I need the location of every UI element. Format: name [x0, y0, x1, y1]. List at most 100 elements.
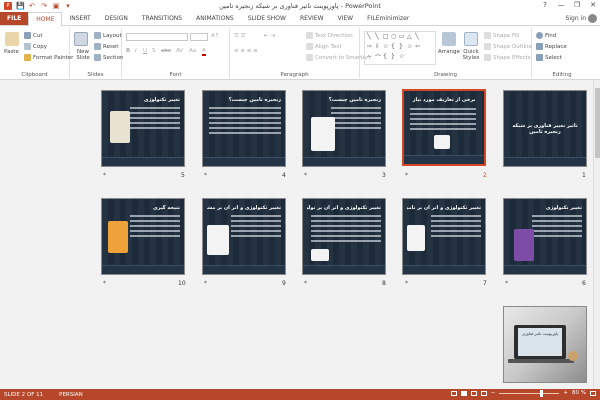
triangle-shape-icon: △: [407, 33, 412, 40]
italic-button[interactable]: I: [135, 48, 137, 54]
underline-button[interactable]: U: [143, 48, 147, 54]
select-button[interactable]: Select: [536, 54, 562, 61]
slide-image: [407, 225, 425, 251]
slide-thumbnail-7[interactable]: تغییر تکنولوژی و اثر آن بر تامین کنندگان: [402, 198, 486, 275]
transition-star-icon[interactable]: *: [204, 280, 207, 287]
new-slide-button[interactable]: New Slide: [72, 49, 94, 61]
slide-title: پاورپوینت تاثیر فناوری: [521, 331, 559, 336]
zoom-in-button[interactable]: +: [563, 390, 568, 396]
transition-star-icon[interactable]: *: [204, 172, 207, 179]
normal-view-icon[interactable]: [450, 390, 457, 396]
tab-file[interactable]: FILE: [0, 12, 29, 25]
find-button[interactable]: Find: [536, 32, 556, 39]
tab-review[interactable]: REVIEW: [293, 12, 331, 25]
transition-star-icon[interactable]: *: [304, 172, 307, 179]
font-name-combo[interactable]: [126, 33, 188, 41]
transition-star-icon[interactable]: *: [405, 280, 408, 287]
user-avatar[interactable]: [588, 14, 597, 23]
paintbrush-icon: [24, 54, 31, 61]
slide-title: تغییر تکنولوژی: [545, 205, 582, 211]
slide-number: 4: [282, 172, 286, 179]
copy-button[interactable]: Copy: [24, 43, 47, 50]
tab-view[interactable]: VIEW: [331, 12, 361, 25]
language-status[interactable]: PERSIAN: [43, 392, 83, 398]
arrange-button[interactable]: Arrange: [438, 49, 460, 55]
reset-button[interactable]: Reset: [94, 43, 118, 50]
tab-design[interactable]: DESIGN: [98, 12, 135, 25]
tab-fileminimizer[interactable]: FILEminimizer: [360, 12, 416, 25]
arrange-icon[interactable]: [442, 32, 456, 46]
fit-to-window-icon[interactable]: [590, 390, 596, 396]
new-slide-icon[interactable]: [74, 32, 88, 46]
layout-button[interactable]: Layout: [94, 32, 122, 39]
slideshow-view-icon[interactable]: [480, 390, 487, 396]
transition-star-icon[interactable]: *: [405, 172, 408, 179]
shape-outline-button[interactable]: Shape Outline: [484, 43, 532, 50]
slide-thumbnail-6[interactable]: تغییر تکنولوژی: [503, 198, 587, 275]
char-spacing-button[interactable]: AV: [176, 48, 183, 54]
tab-slide-show[interactable]: SLIDE SHOW: [241, 12, 293, 25]
align-text-button[interactable]: Align Text: [306, 43, 342, 50]
strikethrough-button[interactable]: abc: [161, 48, 171, 54]
tab-animations[interactable]: ANIMATIONS: [189, 12, 241, 25]
paste-icon[interactable]: [5, 32, 19, 46]
tab-home[interactable]: HOME: [28, 12, 63, 27]
slide-image: [207, 225, 229, 255]
align-icons[interactable]: ≡ ≡ ≡ ≡: [234, 48, 258, 54]
bullets-icon[interactable]: ☰ ☰: [234, 33, 246, 39]
transition-star-icon[interactable]: *: [103, 172, 106, 179]
close-button[interactable]: ✕: [588, 1, 598, 10]
slide-thumbnail-10[interactable]: نتیجه گیری: [101, 198, 185, 275]
format-painter-button[interactable]: Format Painter: [24, 54, 73, 61]
slide-thumbnail-5[interactable]: تغییر تکنولوژی: [101, 90, 185, 167]
bold-button[interactable]: B: [126, 48, 130, 54]
shape-effects-button[interactable]: Shape Effects: [484, 54, 531, 61]
zoom-out-button[interactable]: −: [491, 390, 496, 396]
help-button[interactable]: ?: [540, 1, 550, 10]
slide-thumbnail-1[interactable]: تاثیر تغییر فناوری بر شبکه زنجیره تامین: [503, 90, 587, 167]
scrollbar-thumb[interactable]: [595, 88, 600, 158]
tab-insert[interactable]: INSERT: [62, 12, 97, 25]
replace-button[interactable]: Replace: [536, 43, 567, 50]
paragraph-group: ☰ ☰ ⇤ ⇥ ≡ ≡ ≡ ≡ Text Direction Align Tex…: [230, 28, 371, 78]
font-size-combo[interactable]: [190, 33, 208, 41]
paragraph-label: Paragraph: [280, 72, 309, 78]
quick-styles-button[interactable]: Quick Styles: [460, 49, 482, 61]
drawing-label: Drawing: [434, 72, 457, 78]
shadow-button[interactable]: S: [152, 48, 156, 54]
text-direction-button[interactable]: Text Direction: [306, 32, 353, 39]
vertical-scrollbar[interactable]: [593, 80, 600, 389]
slide-thumbnail-9[interactable]: تغییر تکنولوژی و اثر آن بر مشتریان: [202, 198, 286, 275]
sign-in-link[interactable]: Sign in: [566, 15, 586, 22]
tab-transitions[interactable]: TRANSITIONS: [135, 12, 189, 25]
transition-star-icon[interactable]: *: [304, 280, 307, 287]
transition-star-icon[interactable]: *: [505, 280, 508, 287]
align-text-icon: [306, 43, 313, 50]
quick-styles-icon[interactable]: [464, 32, 478, 46]
paste-button[interactable]: Paste: [4, 49, 19, 55]
slide-thumbnail-2[interactable]: برخی از تعاریف مورد نیاز: [402, 89, 486, 166]
slide-image: [311, 249, 329, 261]
slide-thumbnail-8[interactable]: تغییر تکنولوژی و اثر آن بر تولیدکنندگان: [302, 198, 386, 275]
zoom-level[interactable]: 80 %: [572, 390, 586, 396]
text-direction-icon: [306, 32, 313, 39]
transition-star-icon[interactable]: *: [103, 280, 106, 287]
minimize-button[interactable]: —: [556, 1, 566, 10]
change-case-button[interactable]: Aa: [189, 48, 196, 54]
zoom-slider[interactable]: [499, 389, 560, 397]
indent-icon[interactable]: ⇤ ⇥: [264, 33, 275, 39]
font-label: Font: [169, 72, 182, 78]
shape-fill-button[interactable]: Shape Fill: [484, 32, 519, 39]
section-button[interactable]: Section: [94, 54, 123, 61]
slide-thumbnail-3[interactable]: زنجیره تامین چیست؟: [302, 90, 386, 167]
shapes-gallery[interactable]: ╲ ╲ □ ○ ▭ △ ╲ ⇨ ⇩ ☆ { } ☆ ⇦ ∼ ⌒ { } ☆: [364, 31, 436, 65]
slide-thumbnail-11[interactable]: پاورپوینت تاثیر فناوری: [503, 306, 587, 383]
slide-thumbnail-4[interactable]: زنجیره تامین چیست؟: [202, 90, 286, 167]
restore-button[interactable]: ❐: [572, 1, 582, 10]
grow-font-icon[interactable]: A↑: [211, 33, 219, 39]
font-color-button[interactable]: A: [202, 48, 206, 56]
reading-view-icon[interactable]: [470, 390, 477, 396]
cut-button[interactable]: Cut: [24, 32, 42, 39]
slide-sorter-view-icon[interactable]: [460, 390, 467, 396]
zoom-slider-knob[interactable]: [540, 389, 544, 397]
